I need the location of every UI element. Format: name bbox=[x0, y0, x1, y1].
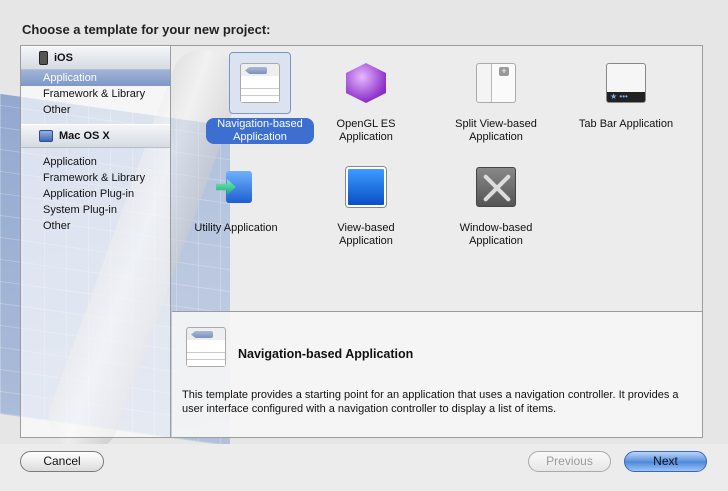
button-bar bbox=[0, 444, 728, 491]
dialog-title: Choose a template for your new project: bbox=[22, 22, 271, 37]
template-label: Tab Bar Application bbox=[578, 118, 674, 130]
template-window-based[interactable]: Window-based Application bbox=[431, 156, 561, 248]
sidebar-group-ios[interactable]: iOS bbox=[21, 46, 170, 70]
next-button[interactable]: Next bbox=[624, 451, 707, 472]
template-grid: Navigation-based Application OpenGL ES A… bbox=[172, 46, 702, 311]
description-title: Navigation-based Application bbox=[238, 347, 414, 361]
opengl-template-icon bbox=[346, 63, 386, 103]
window-template-icon bbox=[476, 167, 516, 207]
sidebar-item-ios-other[interactable]: Other bbox=[21, 102, 170, 118]
iphone-icon bbox=[39, 51, 48, 65]
navigation-template-icon bbox=[186, 327, 226, 367]
template-label: Window-based Application bbox=[459, 222, 533, 247]
template-view-based[interactable]: View-based Application bbox=[301, 156, 431, 248]
navigation-template-icon bbox=[240, 63, 280, 103]
template-tab-bar[interactable]: Tab Bar Application bbox=[561, 52, 691, 131]
sidebar-item-mac-other[interactable]: Other bbox=[21, 218, 170, 234]
sidebar-item-ios-application[interactable]: Application bbox=[21, 70, 170, 86]
sidebar-group-macosx[interactable]: Mac OS X bbox=[21, 124, 170, 148]
previous-button[interactable]: Previous bbox=[528, 451, 611, 472]
cancel-button[interactable]: Cancel bbox=[20, 451, 104, 472]
sidebar-group-label: Mac OS X bbox=[59, 130, 110, 142]
template-label: Utility Application bbox=[194, 222, 278, 234]
description-text: This template provides a starting point … bbox=[182, 389, 679, 415]
utility-template-icon bbox=[216, 167, 256, 207]
template-label: Navigation-based Application bbox=[206, 118, 314, 144]
template-category-sidebar: iOS Application Framework & Library Othe… bbox=[21, 46, 171, 437]
template-description-panel: Navigation-based Application This templa… bbox=[172, 311, 702, 437]
template-utility[interactable]: Utility Application bbox=[171, 156, 301, 235]
sidebar-item-mac-framework-library[interactable]: Framework & Library bbox=[21, 170, 170, 186]
view-template-icon bbox=[346, 167, 386, 207]
sidebar-item-ios-framework-library[interactable]: Framework & Library bbox=[21, 86, 170, 102]
sidebar-item-mac-application-plugin[interactable]: Application Plug-in bbox=[21, 186, 170, 202]
template-label: OpenGL ES Application bbox=[336, 118, 396, 143]
sidebar-item-mac-system-plugin[interactable]: System Plug-in bbox=[21, 202, 170, 218]
mac-icon bbox=[39, 130, 53, 142]
template-chooser: iOS Application Framework & Library Othe… bbox=[20, 45, 703, 438]
sidebar-item-mac-application[interactable]: Application bbox=[21, 154, 170, 170]
template-split-view-based[interactable]: Split View-based Application bbox=[431, 52, 561, 144]
template-label: Split View-based Application bbox=[455, 118, 537, 143]
sidebar-group-label: iOS bbox=[54, 52, 73, 64]
splitview-template-icon bbox=[476, 63, 516, 103]
template-opengl-es[interactable]: OpenGL ES Application bbox=[301, 52, 431, 144]
tabbar-template-icon bbox=[606, 63, 646, 103]
template-label: View-based Application bbox=[337, 222, 395, 247]
